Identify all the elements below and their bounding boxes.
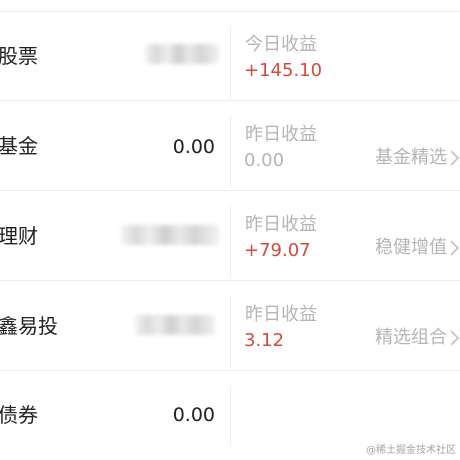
column-divider [230, 116, 231, 188]
income-label: 昨日收益 [245, 214, 317, 235]
column-divider [230, 386, 231, 446]
masked-amount [145, 44, 219, 64]
masked-amount [121, 225, 219, 245]
income-label: 昨日收益 [245, 124, 317, 145]
promo-label: 精选组合 [375, 327, 447, 348]
chevron-right-icon [448, 328, 460, 348]
promo-link-fund[interactable]: 基金精选 [375, 146, 460, 170]
promo-label: 稳健增值 [375, 237, 447, 258]
column-divider [230, 296, 231, 368]
promo-link-portfolio[interactable]: 精选组合 [375, 326, 460, 350]
asset-name: 债券 [0, 403, 38, 427]
column-divider [230, 206, 231, 278]
chevron-right-icon [448, 238, 460, 258]
asset-row-stock[interactable]: 股票 今日收益 +145.10 [0, 12, 460, 101]
asset-list-screen: 股票 今日收益 +145.10 基金 0.00 昨日收益 0.00 基金精选 理… [0, 0, 460, 460]
masked-amount [135, 315, 215, 335]
promo-label: 基金精选 [375, 147, 447, 168]
income-value: +79.07 [244, 240, 311, 261]
asset-name: 基金 [0, 134, 38, 158]
asset-name: 理财 [0, 224, 38, 248]
watermark: @稀土掘金技术社区 [366, 445, 456, 456]
income-value: 0.00 [244, 150, 285, 171]
asset-name: 股票 [0, 44, 38, 68]
income-label: 昨日收益 [245, 304, 317, 325]
income-label: 今日收益 [245, 34, 317, 55]
asset-row-wealth[interactable]: 理财 昨日收益 +79.07 稳健增值 [0, 192, 460, 281]
income-value: +145.10 [244, 60, 323, 81]
asset-row-xinyitou[interactable]: 鑫易投 昨日收益 3.12 精选组合 [0, 282, 460, 371]
asset-name: 鑫易投 [0, 314, 58, 338]
asset-amount: 0.00 [172, 136, 215, 158]
column-divider [230, 26, 231, 98]
income-value: 3.12 [244, 330, 285, 351]
asset-amount: 0.00 [172, 404, 215, 426]
asset-row-fund[interactable]: 基金 0.00 昨日收益 0.00 基金精选 [0, 102, 460, 191]
promo-link-wealth[interactable]: 稳健增值 [375, 236, 460, 260]
chevron-right-icon [448, 148, 460, 168]
